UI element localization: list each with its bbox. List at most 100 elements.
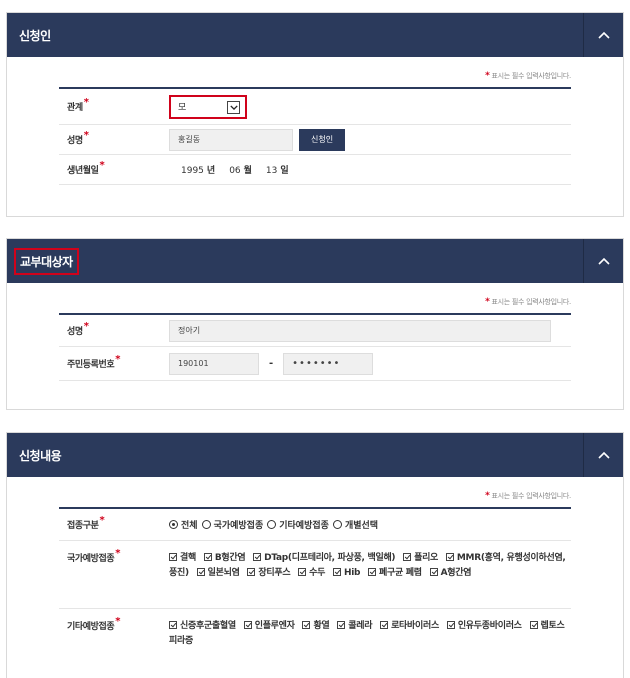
recipient-name-row: 성명* 정아기 — [59, 315, 571, 347]
required-notice-text: 표시는 필수 입력사항입니다. — [491, 492, 572, 500]
checkbox-checked-icon — [529, 621, 538, 629]
required-mark: * — [99, 160, 105, 171]
vaccine-checkbox-item[interactable]: 결핵 — [169, 553, 196, 563]
checkbox-checked-icon — [298, 568, 307, 576]
vaccine-type-option[interactable]: 국가예방접종 — [201, 518, 264, 531]
checkbox-checked-icon — [169, 621, 177, 629]
required-mark: * — [83, 97, 89, 108]
applicant-collapse-button[interactable] — [583, 13, 623, 57]
required-mark: * — [99, 515, 105, 526]
applicant-name-label: 성명 — [67, 136, 83, 146]
other-vaccine-row: 기타예방접종* 신증후군출혈열 인플루엔자 황열 콜레라 로타바이러스 인유두종… — [59, 609, 571, 665]
vaccine-type-option[interactable]: 개별선택 — [332, 518, 379, 531]
details-panel-header: 신청내용 — [7, 433, 623, 477]
birth-row: 생년월일* 1995 년 06 월 13 일 — [59, 155, 571, 185]
vaccine-checkbox-label: 장티푸스 — [258, 568, 291, 578]
recipient-name-field[interactable]: 정아기 — [169, 319, 551, 342]
relation-label: 관계 — [67, 103, 83, 113]
vaccine-type-label: 접종구분 — [67, 521, 99, 531]
checkbox-checked-icon — [302, 621, 311, 629]
vaccine-checkbox-item[interactable]: 황열 — [302, 621, 330, 631]
radio-unchecked-icon — [267, 520, 277, 529]
required-mark: * — [115, 354, 121, 365]
vaccine-checkbox-item[interactable]: B형간염 — [203, 553, 246, 563]
recipient-collapse-button[interactable] — [583, 239, 623, 283]
vaccine-type-option[interactable]: 전체 — [169, 518, 198, 531]
birth-day: 13 — [265, 166, 278, 176]
vaccine-checkbox-label: 인유두종바이러스 — [457, 621, 522, 631]
applicant-button[interactable]: 신청인 — [299, 128, 346, 151]
vaccine-checkbox-item[interactable]: 콜레라 — [337, 621, 373, 631]
birth-day-unit: 일 — [280, 166, 289, 176]
vaccine-checkbox-item[interactable]: DTap(디프테리아, 파상풍, 백일해) — [253, 553, 396, 563]
vaccine-checkbox-label: 황열 — [313, 621, 330, 631]
other-vaccine-checklist: 신증후군출혈열 인플루엔자 황열 콜레라 로타바이러스 인유두종바이러스 렙토스… — [169, 619, 571, 649]
national-vaccine-label: 국가예방접종 — [67, 554, 115, 564]
recipient-panel: 교부대상자 * 표시는 필수 입력사항입니다. 성명* 정아기 주민등록번호* 1… — [6, 238, 624, 410]
rrn-back-field[interactable]: ••••••• — [283, 352, 374, 375]
required-mark: * — [83, 321, 89, 332]
vaccine-checkbox-item[interactable]: Hib — [332, 568, 360, 578]
recipient-panel-header: 교부대상자 — [7, 239, 623, 283]
vaccine-checkbox-item[interactable]: 폐구균 폐렴 — [367, 568, 422, 578]
details-panel: 신청내용 * 표시는 필수 입력사항입니다. 접종구분* 전체 국가예방접종 기타예방… — [6, 432, 624, 678]
rrn-label: 주민등록번호 — [67, 360, 115, 370]
vaccine-checkbox-label: 신증후군출혈열 — [180, 621, 236, 631]
vaccine-type-option[interactable]: 기타예방접종 — [267, 518, 329, 531]
required-star: * — [485, 297, 490, 307]
other-vaccine-label: 기타예방접종 — [67, 622, 115, 632]
vaccine-type-option-label: 개별선택 — [344, 521, 379, 531]
required-star: * — [485, 71, 490, 81]
details-panel-title: 신청내용 — [19, 448, 62, 463]
required-mark: * — [115, 616, 121, 627]
relation-select-value: 모 — [178, 103, 187, 113]
recipient-panel-title: 교부대상자 — [14, 247, 79, 275]
checkbox-checked-icon — [446, 621, 455, 629]
vaccine-checkbox-label: DTap(디프테리아, 파상풍, 백일해) — [264, 553, 396, 563]
required-star: * — [485, 491, 490, 501]
checkbox-checked-icon — [203, 553, 212, 561]
checkbox-checked-icon — [337, 621, 346, 629]
vaccine-checkbox-item[interactable]: 인플루엔자 — [243, 621, 295, 631]
applicant-panel-header: 신청인 — [7, 13, 623, 57]
chevron-up-icon — [597, 31, 610, 39]
vaccine-checkbox-item[interactable]: 수두 — [298, 568, 325, 578]
applicant-name-field[interactable]: 홍길동 — [169, 128, 293, 151]
required-notice-text: 표시는 필수 입력사항입니다. — [491, 72, 572, 80]
recipient-name-label: 성명 — [67, 327, 83, 337]
vaccine-type-option-label: 국가예방접종 — [213, 521, 264, 531]
rrn-front-field[interactable]: 190101 — [169, 352, 259, 375]
checkbox-checked-icon — [429, 568, 438, 576]
vaccine-checkbox-item[interactable]: 폴리오 — [403, 553, 438, 563]
vaccine-checkbox-item[interactable]: 신증후군출혈열 — [169, 621, 236, 631]
vaccine-checkbox-item[interactable]: 일본뇌염 — [196, 568, 240, 578]
radio-unchecked-icon — [332, 520, 342, 529]
birth-month-unit: 월 — [243, 166, 252, 176]
birth-label: 생년월일 — [67, 166, 99, 176]
vaccine-checkbox-label: 로타바이러스 — [391, 621, 439, 631]
relation-select[interactable]: 모 — [169, 94, 247, 119]
rrn-dash: - — [269, 358, 274, 369]
vaccine-checkbox-label: 결핵 — [180, 553, 196, 563]
birth-year-unit: 년 — [206, 166, 216, 176]
vaccine-checkbox-label: 일본뇌염 — [207, 568, 240, 578]
chevron-up-icon — [597, 451, 610, 459]
birth-month: 06 — [229, 166, 241, 176]
applicant-panel-title: 신청인 — [19, 28, 51, 43]
checkbox-checked-icon — [332, 568, 341, 576]
required-notice: * 표시는 필수 입력사항입니다. — [59, 477, 571, 507]
vaccine-checkbox-label: 수두 — [309, 568, 326, 578]
vaccine-checkbox-item[interactable]: A형간염 — [429, 568, 471, 578]
vaccine-checkbox-item[interactable]: 장티푸스 — [247, 568, 291, 578]
checkbox-checked-icon — [380, 621, 389, 629]
vaccine-checkbox-item[interactable]: 인유두종바이러스 — [446, 621, 522, 631]
national-vaccine-checklist: 결핵 B형간염 DTap(디프테리아, 파상풍, 백일해) 폴리오 MMR(홍역… — [169, 551, 571, 581]
details-collapse-button[interactable] — [583, 433, 623, 477]
checkbox-checked-icon — [253, 553, 262, 561]
vaccine-type-row: 접종구분* 전체 국가예방접종 기타예방접종 개별선택 — [59, 509, 571, 541]
radio-checked-icon — [169, 520, 178, 529]
vaccine-checkbox-label: 폴리오 — [414, 553, 439, 563]
vaccine-checkbox-item[interactable]: 로타바이러스 — [380, 621, 439, 631]
required-mark: * — [115, 548, 121, 559]
checkbox-checked-icon — [367, 568, 376, 576]
